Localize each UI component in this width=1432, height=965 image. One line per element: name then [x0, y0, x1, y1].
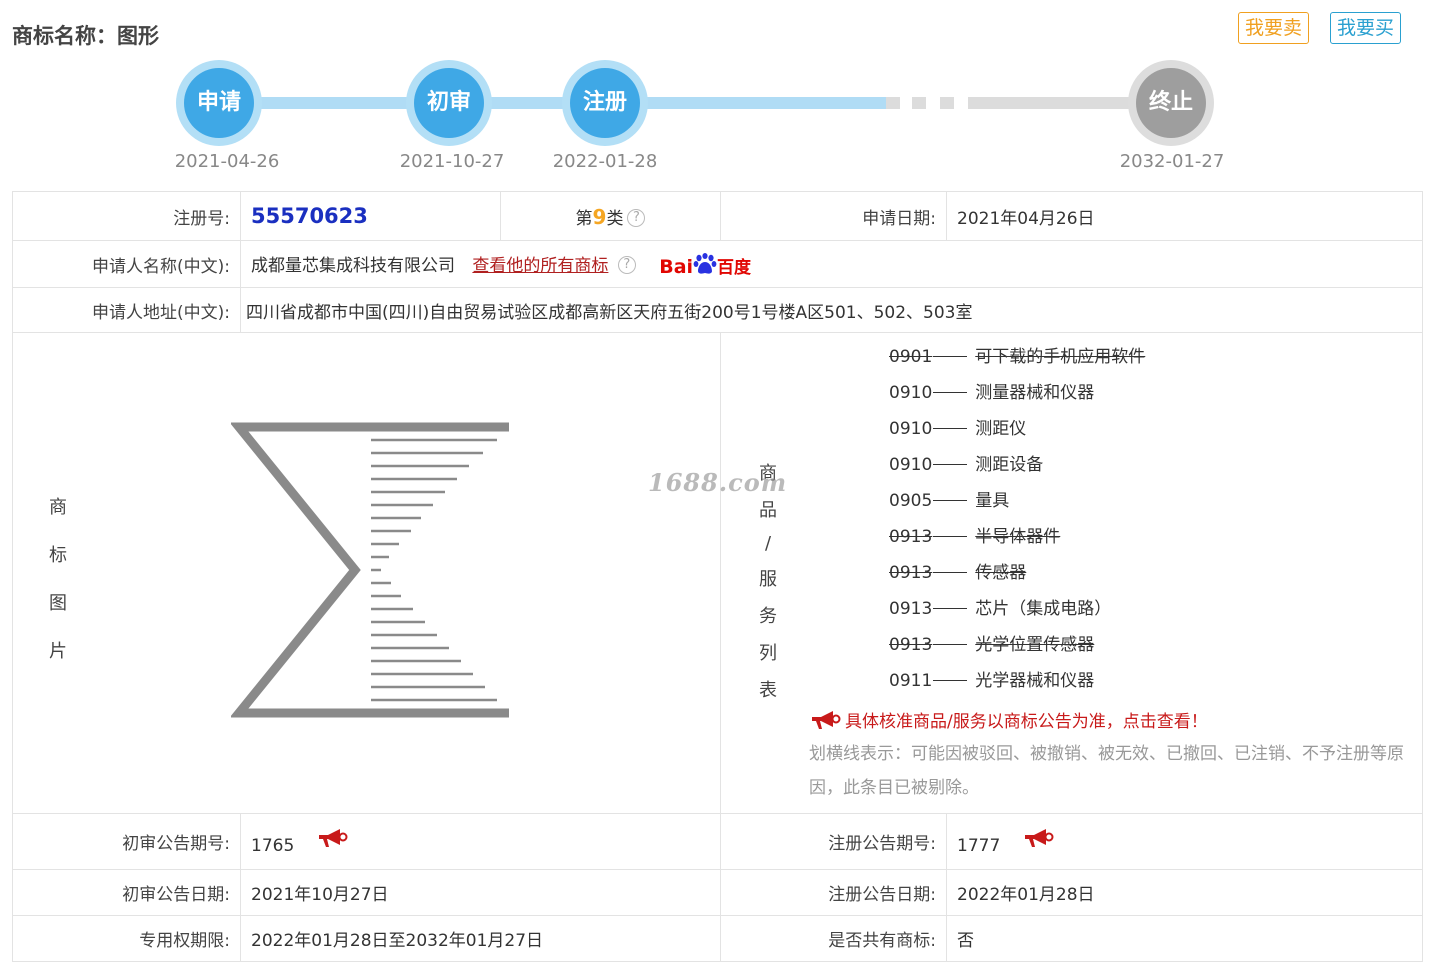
class-number: 9 [592, 204, 607, 229]
applicant-value: 成都量芯集成科技有限公司 [251, 255, 455, 276]
megaphone-icon[interactable] [1022, 827, 1054, 854]
class-suffix: 类 [606, 208, 624, 229]
status-timeline: 申请 初审 注册 终止 2021-04-26 2021-10-27 2022-0… [0, 58, 1432, 188]
prelim-date-label: 初审公告日期: [12, 869, 241, 916]
reg-pub-date-value: 2022年01月28日 [946, 869, 1423, 916]
baidu-logo-text: 百度 [717, 257, 752, 278]
prelim-no-label: 初审公告期号: [12, 813, 241, 870]
watermark: 1688.com [648, 468, 788, 497]
table-row: 初审公告期号: 1765 注册公告期号: 1777 [12, 813, 1423, 870]
trademark-image-cell: 商 标 图 片 [12, 332, 721, 814]
class-cell: 第9类? [500, 191, 721, 241]
timeline-node-label: 申请 [184, 68, 254, 138]
reg-pub-no-value: 1777 [957, 836, 1001, 856]
timeline-node-label: 终止 [1136, 68, 1206, 138]
timeline-node-prelim: 初审 [406, 60, 492, 146]
address-label: 申请人地址(中文): [12, 287, 241, 333]
list-item: 0901 可下载的手机应用软件 [889, 347, 1146, 367]
goods-services-cell: 商 品 / 服 务 列 表 0901 可下载的手机应用软件 0910 测量器械和仪器… [720, 332, 1423, 814]
timeline-gap-dash [886, 97, 900, 109]
sell-button[interactable]: 我要卖 [1238, 12, 1310, 44]
list-item: 0913 传感器 [889, 563, 1027, 583]
table-row: 商 标 图 片 商 品 / 服 务 列 表 0901 可下载的手机应用软件 09… [12, 332, 1423, 814]
reg-no-label: 注册号: [12, 191, 241, 241]
list-item: 0911 光学器械和仪器 [889, 671, 1095, 691]
goods-notice-text: 具体核准商品/服务以商标公告为准，点击查看！ [845, 712, 1208, 732]
table-row: 注册号: 55570623 第9类? 申请日期: 2021年04月26日 [12, 191, 1423, 241]
baidu-logo-text: Bai [659, 255, 694, 278]
timeline-node-apply: 申请 [176, 60, 262, 146]
apply-date-value: 2021年04月26日 [946, 191, 1423, 241]
list-item: 0913 半导体器件 [889, 527, 1061, 547]
timeline-remaining-bar [968, 97, 1148, 109]
list-item: 0910 测距仪 [889, 419, 1027, 439]
megaphone-icon[interactable] [316, 827, 348, 854]
reg-no-value: 55570623 [251, 204, 368, 228]
trademark-image [231, 422, 509, 718]
list-item: 0913 芯片（集成电路） [889, 599, 1112, 619]
timeline-node-label: 注册 [570, 68, 640, 138]
list-item: 0905 量具 [889, 491, 1010, 511]
class-prefix: 第 [575, 208, 593, 229]
timeline-date: 2032-01-27 [1119, 151, 1225, 172]
prelim-no-value: 1765 [251, 836, 295, 856]
trademark-image-label: 商 标 图 片 [49, 497, 67, 662]
applicant-cell: 成都量芯集成科技有限公司 查看他的所有商标 ? Bai 百度 [240, 240, 1423, 288]
prelim-no-cell: 1765 [240, 813, 721, 870]
exclusive-value: 2022年01月28日至2032年01月27日 [240, 915, 721, 962]
address-value: 四川省成都市中国(四川)自由贸易试验区成都高新区天府五街200号1号楼A区501… [240, 287, 1423, 333]
shared-label: 是否共有商标: [720, 915, 947, 962]
timeline-node-end: 终止 [1128, 60, 1214, 146]
apply-date-label: 申请日期: [720, 191, 947, 241]
timeline-date: 2022-01-28 [552, 151, 658, 172]
reg-pub-no-cell: 1777 [946, 813, 1423, 870]
buy-button[interactable]: 我要买 [1330, 12, 1402, 44]
help-icon[interactable]: ? [617, 255, 636, 274]
list-item: 0913 光学位置传感器 [889, 635, 1095, 655]
timeline-node-label: 初审 [414, 68, 484, 138]
strike-note: 划横线表示：可能因被驳回、被撤销、被无效、已撤回、已注销、不予注册等原因，此条目… [809, 744, 1404, 798]
baidu-search-button[interactable]: Bai 百度 [659, 252, 752, 278]
trademark-info-table: 注册号: 55570623 第9类? 申请日期: 2021年04月26日 申请人… [12, 191, 1423, 962]
table-row: 专用权期限: 2022年01月28日至2032年01月27日 是否共有商标: 否 [12, 915, 1423, 962]
table-row: 申请人名称(中文): 成都量芯集成科技有限公司 查看他的所有商标 ? Bai 百… [12, 240, 1423, 288]
goods-notice-link[interactable]: 具体核准商品/服务以商标公告为准，点击查看！ [721, 707, 1422, 737]
timeline-gap-dash [940, 97, 954, 109]
timeline-date: 2021-10-27 [399, 151, 505, 172]
table-row: 初审公告日期: 2021年10月27日 注册公告日期: 2022年01月28日 [12, 869, 1423, 916]
prelim-date-value: 2021年10月27日 [240, 869, 721, 916]
timeline-date: 2021-04-26 [174, 151, 280, 172]
reg-pub-no-label: 注册公告期号: [720, 813, 947, 870]
shared-value: 否 [946, 915, 1423, 962]
timeline-gap-dash [912, 97, 926, 109]
help-icon[interactable]: ? [627, 208, 646, 227]
exclusive-label: 专用权期限: [12, 915, 241, 962]
page-title: 商标名称：图形 [12, 24, 159, 48]
list-item: 0910 测距设备 [889, 455, 1044, 475]
view-all-trademarks-link[interactable]: 查看他的所有商标 [472, 256, 608, 276]
applicant-label: 申请人名称(中文): [12, 240, 241, 288]
timeline-node-register: 注册 [562, 60, 648, 146]
table-row: 申请人地址(中文): 四川省成都市中国(四川)自由贸易试验区成都高新区天府五街2… [12, 287, 1423, 333]
goods-list: 0901 可下载的手机应用软件 0910 测量器械和仪器 0910 测距仪 0910 测… [721, 333, 1422, 699]
reg-pub-date-label: 注册公告日期: [720, 869, 947, 916]
list-item: 0910 测量器械和仪器 [889, 383, 1095, 403]
baidu-paw-icon [693, 252, 717, 274]
